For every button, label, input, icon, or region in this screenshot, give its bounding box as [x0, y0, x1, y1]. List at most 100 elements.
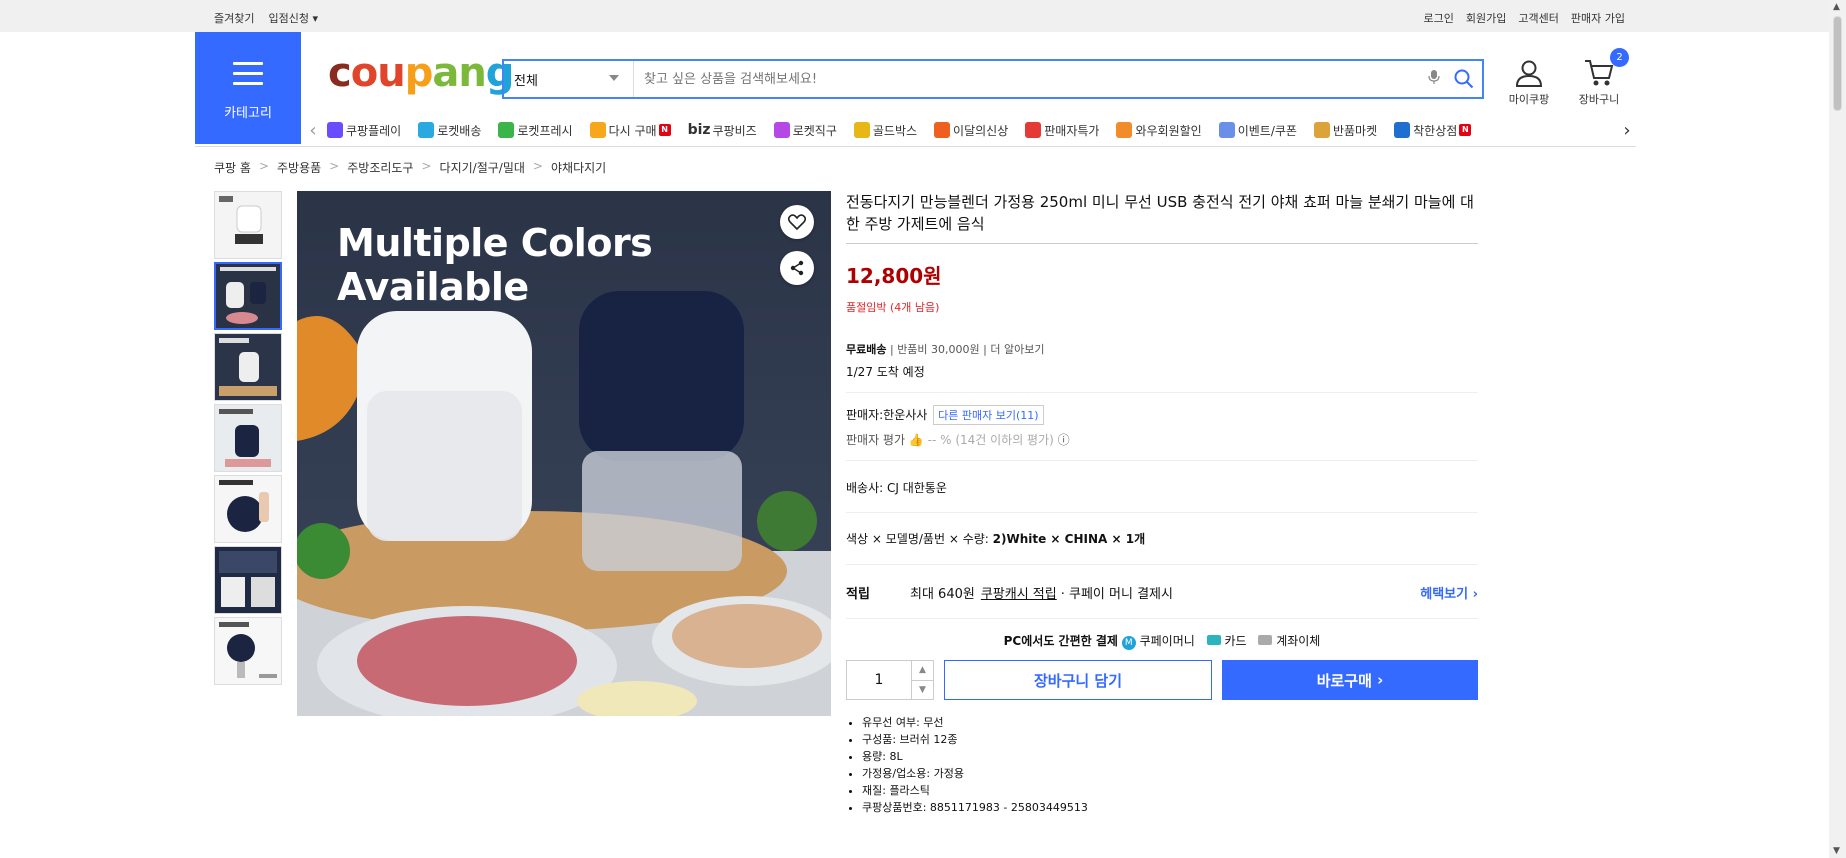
apply-link[interactable]: 입점신청 ▾: [268, 10, 318, 26]
option-value: 2)White × CHINA × 1개: [992, 532, 1146, 546]
nav-item-label: 로켓직구: [792, 123, 837, 138]
payment-methods: PC에서도 간편한 결제 M 쿠페이머니 카드 계좌이체: [846, 619, 1478, 660]
nav-prev-arrow-icon[interactable]: ‹: [305, 120, 321, 141]
customer-center-link[interactable]: 고객센터: [1518, 10, 1558, 26]
cart-count-badge: 2: [1610, 48, 1629, 67]
microphone-icon[interactable]: [1422, 69, 1446, 89]
nav-item-12[interactable]: 반품마켓: [1313, 122, 1377, 139]
learn-more-link[interactable]: 더 알아보기: [990, 343, 1044, 356]
coupang-logo[interactable]: coupang: [328, 50, 514, 96]
spec-item: 재질: 플라스틱: [862, 782, 1478, 799]
chevron-right-icon: >: [421, 159, 432, 173]
nav-item-icon: [773, 122, 790, 138]
search-icon[interactable]: [1446, 61, 1482, 97]
new-badge: N: [658, 124, 671, 136]
search-input[interactable]: [634, 61, 1422, 97]
breadcrumb-item[interactable]: 쿠팡 홈: [214, 159, 251, 176]
nav-item-6[interactable]: 로켓직구: [773, 122, 837, 139]
arrival-date: 1/27 도착 예정: [846, 365, 925, 379]
cart-button[interactable]: 2 장바구니: [1570, 48, 1629, 107]
nav-item-11[interactable]: 이벤트/쿠폰: [1218, 122, 1297, 139]
thumbnail-2-selected[interactable]: [214, 262, 282, 330]
nav-item-label: 쿠팡비즈: [712, 123, 757, 138]
search-scope-select[interactable]: 전체: [504, 61, 634, 97]
thumbnail-3[interactable]: [214, 333, 282, 401]
product-title: 전동다지기 만능블렌더 가정용 250ml 미니 무선 USB 충전식 전기 야…: [846, 191, 1478, 244]
breadcrumb-item[interactable]: 야채다지기: [551, 159, 606, 176]
benefits-link[interactable]: 헤택보기 ›: [1420, 583, 1478, 602]
signup-link[interactable]: 회원가입: [1466, 10, 1506, 26]
thumbnail-1[interactable]: [214, 191, 282, 259]
nav-item-1[interactable]: 쿠팡플레이: [327, 122, 401, 139]
nav-item-label: 이벤트/쿠폰: [1237, 123, 1297, 138]
nav-item-icon: [934, 122, 951, 138]
nav-item-9[interactable]: 판매자특가: [1025, 122, 1099, 139]
nav-item-label: 이달의신상: [953, 123, 1009, 138]
breadcrumb-item[interactable]: 다지기/절구/밀대: [440, 159, 525, 176]
spec-item: 용량: 8L: [862, 748, 1478, 765]
main-product-image[interactable]: Multiple Colors Available: [297, 191, 831, 716]
nav-next-arrow-icon[interactable]: ›: [1619, 120, 1635, 141]
points-label: 적립: [846, 587, 870, 602]
nav-item-label: 골드박스: [872, 123, 918, 138]
spec-item: 쿠팡상품번호: 8851171983 - 25803449513: [862, 799, 1478, 816]
nav-item-7[interactable]: 골드박스: [853, 122, 918, 139]
free-shipping-label: 무료배송: [846, 343, 887, 356]
nav-item-5[interactable]: biz 쿠팡비즈: [688, 122, 757, 139]
quantity-input[interactable]: 1: [847, 661, 911, 699]
nav-item-10[interactable]: 와우회원할인: [1116, 122, 1202, 139]
coupang-cash-link[interactable]: 쿠팡캐시 적립: [981, 583, 1057, 602]
seller-name[interactable]: 한운사사: [883, 408, 927, 422]
bookmark-link[interactable]: 즐겨찾기: [214, 10, 254, 26]
info-icon[interactable]: ⓘ: [1058, 433, 1070, 447]
thumbnail-5[interactable]: [214, 475, 282, 543]
breadcrumb-item[interactable]: 주방용품: [277, 159, 321, 176]
header-divider: [195, 146, 1636, 147]
nav-item-4[interactable]: 다시 구매 N: [589, 122, 671, 139]
nav-item-icon: [498, 122, 515, 138]
wishlist-heart-button[interactable]: [780, 205, 814, 239]
nav-item-2[interactable]: 로켓배송: [418, 122, 481, 139]
page-scrollbar[interactable]: ▲ ▼: [1829, 0, 1846, 858]
nav-item-icon: [1394, 122, 1411, 138]
thumbnail-6[interactable]: [214, 546, 282, 614]
chevron-right-icon: >: [329, 159, 340, 173]
benefits-label: 헤택보기: [1420, 587, 1469, 602]
category-menu-button[interactable]: 카테고리: [195, 32, 301, 144]
share-button[interactable]: [780, 251, 814, 285]
category-label: 카테고리: [224, 106, 272, 121]
nav-item-icon: [853, 122, 870, 138]
qty-up-icon[interactable]: ▲: [912, 661, 933, 681]
add-to-cart-button[interactable]: 장바구니 담기: [944, 660, 1212, 700]
nav-item-13[interactable]: 착한상점 N: [1394, 122, 1472, 139]
pay-card: 카드: [1224, 634, 1247, 648]
other-sellers-button[interactable]: 다른 판매자 보기(11): [933, 405, 1044, 425]
top-utility-bar: 즐겨찾기 입점신청 ▾ 로그인 회원가입 고객센터 판매자 가입: [0, 0, 1846, 32]
thumbnail-4[interactable]: [214, 404, 282, 472]
option-info: 색상 × 모델명/품번 × 수량: 2)White × CHINA × 1개: [846, 513, 1478, 565]
mypage-button[interactable]: 마이쿠팡: [1502, 58, 1556, 107]
caret-down-icon: [609, 75, 619, 81]
spec-item: 가정용/업소용: 가정용: [862, 765, 1478, 782]
nav-item-label: 로켓배송: [437, 123, 482, 138]
thumbnail-7[interactable]: [214, 617, 282, 685]
seller-signup-link[interactable]: 판매자 가입: [1571, 10, 1625, 26]
qty-down-icon[interactable]: ▼: [912, 681, 933, 700]
nav-item-label: 로켓프레시: [517, 123, 573, 138]
nav-item-3[interactable]: 로켓프레시: [498, 122, 573, 139]
nav-item-icon: [418, 122, 435, 138]
buy-now-button[interactable]: 바로구매 ›: [1222, 660, 1478, 700]
scrollbar-thumb[interactable]: [1833, 16, 1842, 111]
nav-item-8[interactable]: 이달의신상: [934, 122, 1008, 139]
login-link[interactable]: 로그인: [1424, 10, 1454, 26]
breadcrumb-item[interactable]: 주방조리도구: [347, 159, 413, 176]
cart-icon: [1585, 60, 1614, 86]
spec-item: 구성품: 브러쉬 12종: [862, 731, 1478, 748]
scroll-up-arrow-icon[interactable]: ▲: [1833, 2, 1840, 12]
scroll-down-arrow-icon[interactable]: ▼: [1833, 846, 1840, 856]
points-max: 최대 640원: [910, 587, 975, 602]
product-info: 전동다지기 만능블렌더 가정용 250ml 미니 무선 USB 충전식 전기 야…: [846, 191, 1478, 816]
search-scope-value: 전체: [514, 73, 538, 89]
nav-item-icon: [1025, 122, 1042, 138]
user-icon: [1515, 60, 1543, 87]
